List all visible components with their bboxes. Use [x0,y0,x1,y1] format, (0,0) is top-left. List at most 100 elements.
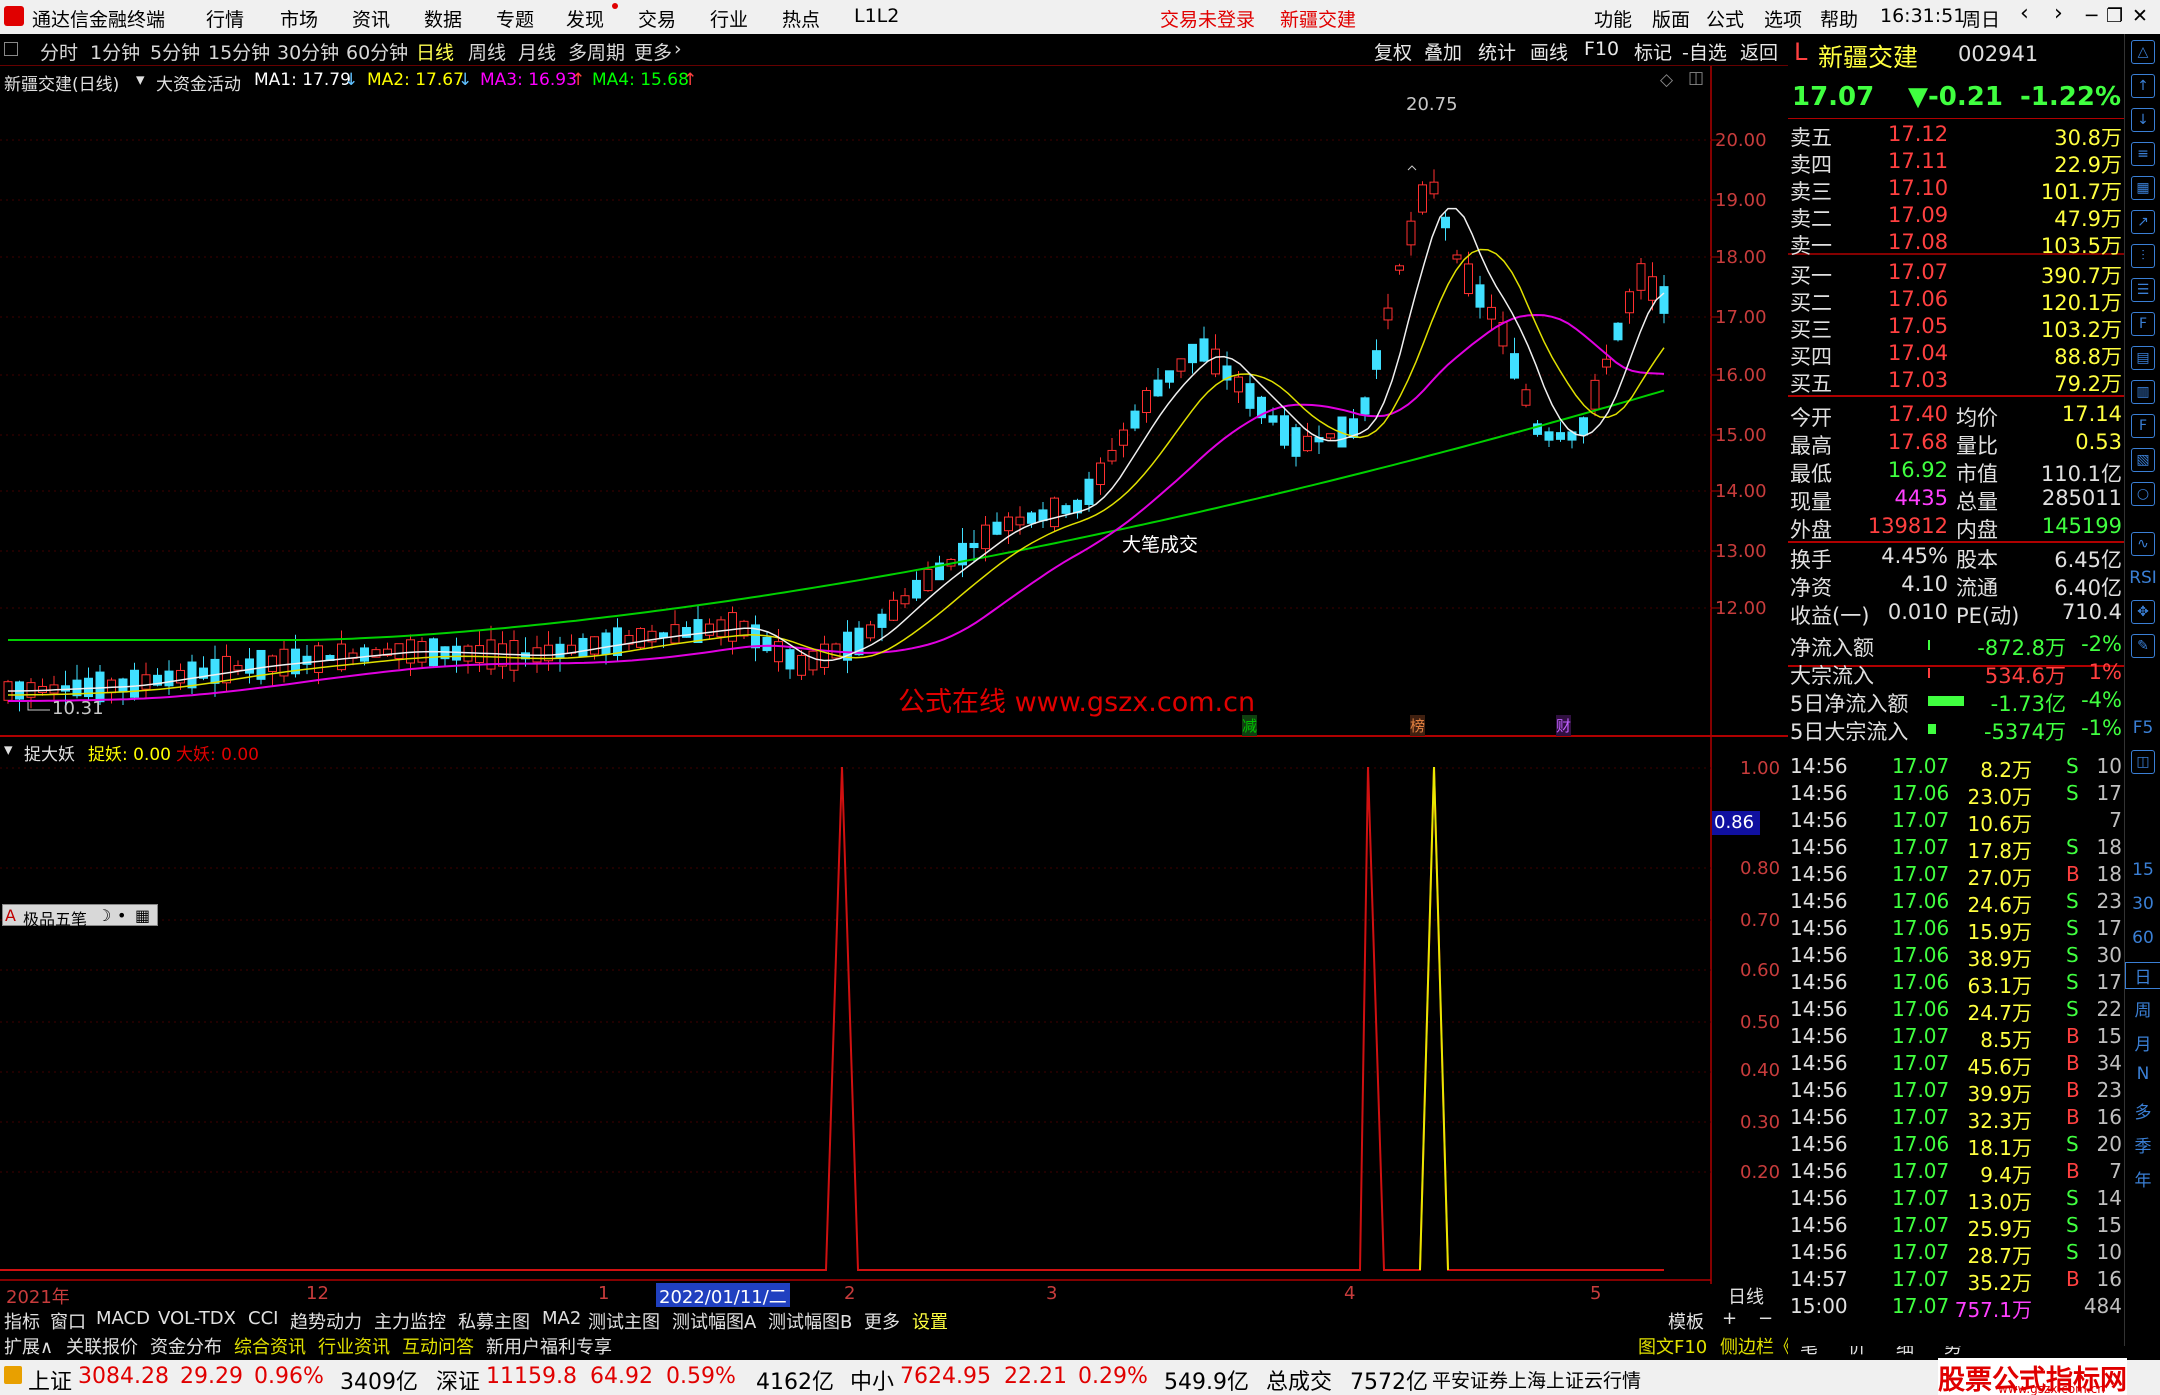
order-book-row-buy-3[interactable]: 买三 17.05 103.2万 [1788,314,2124,342]
event-mark-reduce[interactable]: 减 [1242,715,1258,736]
order-book-row-buy-5[interactable]: 买五 17.03 79.2万 [1788,368,2124,396]
sidebar-arrow-up-icon[interactable]: ↑ [2131,74,2155,98]
menu-help[interactable]: 帮助 [1820,5,1858,32]
more-chevron-icon[interactable]: › [674,38,682,60]
index-sh-name[interactable]: 上证 [28,1364,72,1395]
menu-news[interactable]: 资讯 [352,5,390,32]
sidebar-30[interactable]: 30 [2125,894,2160,914]
event-mark-list[interactable]: 榜 [1410,715,1426,736]
period-daily[interactable]: 日线 [416,38,454,65]
menu-quote[interactable]: 行情 [206,5,244,32]
minimize-icon[interactable]: ─ [2086,5,2097,27]
sidebar-table-icon[interactable]: ☰ [2131,278,2155,302]
period-more[interactable]: 更多 [634,38,672,65]
period-multi[interactable]: 多周期 [568,38,625,65]
sidebar-month[interactable]: 月 [2125,1030,2160,1055]
menu-hot[interactable]: 热点 [782,5,820,32]
indicator-name[interactable]: 大资金活动 [156,70,241,95]
menu-topic[interactable]: 专题 [496,5,534,32]
order-book-row-sell-5[interactable]: 卖一 17.08 103.5万 [1788,230,2124,258]
menu-discover[interactable]: 发现 [566,5,604,32]
event-mark-finance[interactable]: 财 [1556,715,1572,736]
index-sme-name[interactable]: 中小 [850,1364,894,1395]
sidebar-f10-icon[interactable]: F [2131,312,2155,336]
btn-stats[interactable]: 统计 [1478,38,1516,65]
tab-related-quote[interactable]: 关联报价 [66,1333,138,1359]
stock-tab[interactable]: 新疆交建 [1280,5,1356,32]
order-book-row-buy-1[interactable]: 买一 17.07 390.7万 [1788,260,2124,288]
tab-macd[interactable]: MACD [96,1308,150,1329]
diamond-icon[interactable]: ◇ [1660,70,1673,90]
tab-sidebar[interactable]: 侧边栏《 [1720,1333,1792,1359]
sidebar-f12-icon[interactable]: F [2131,414,2155,438]
collapse-icon[interactable] [4,42,18,56]
period-weekly[interactable]: 周线 [468,38,506,65]
restore-icon[interactable]: ❐ [2106,5,2123,27]
sidebar-circle-icon[interactable]: ○ [2131,482,2155,506]
menu-industry[interactable]: 行业 [710,5,748,32]
sidebar-arrow-down-icon[interactable]: ↓ [2131,108,2155,132]
sidebar-up-icon[interactable]: △ [2131,40,2155,64]
fund-flow-row[interactable]: 净流入额 -872.8万 -2% [1788,632,2124,660]
tab-remove[interactable]: − [1758,1308,1773,1329]
tab-expand[interactable]: 扩展∧ [4,1333,53,1359]
fund-flow-row[interactable]: 大宗流入 534.6万 1% [1788,660,2124,688]
sidebar-chart-icon[interactable]: ↗ [2131,210,2155,234]
forward-icon[interactable]: › [2054,1,2063,26]
sidebar-year[interactable]: 年 [2125,1166,2160,1191]
ime-keyboard-icon[interactable]: ▦ [135,906,150,925]
btn-mark[interactable]: 标记 [1634,38,1672,65]
sidebar-f5[interactable]: F5 [2125,718,2160,738]
sidebar-wave-icon[interactable]: ∿ [2131,532,2155,556]
tab-vol-tdx[interactable]: VOL-TDX [158,1308,236,1329]
fund-flow-row[interactable]: 5日净流入额 -1.73亿 -4% [1788,688,2124,716]
menu-formula[interactable]: 公式 [1706,5,1744,32]
chart-area[interactable] [0,66,1788,1307]
btn-return[interactable]: 返回 [1740,38,1778,65]
order-book-row-sell-1[interactable]: 卖五 17.12 30.8万 [1788,122,2124,150]
menu-function[interactable]: 功能 [1594,5,1632,32]
btn-adjust[interactable]: 复权 [1374,38,1412,65]
chart-settings-icon[interactable]: ▾ [136,70,145,90]
menu-data[interactable]: 数据 [424,5,462,32]
close-icon[interactable]: ✕ [2132,5,2148,27]
sidebar-n[interactable]: N [2125,1064,2160,1084]
btn-f10[interactable]: F10 [1584,38,1619,60]
sidebar-move-icon[interactable]: ✥ [2131,600,2155,624]
period-30min[interactable]: 30分钟 [277,38,339,65]
subchart-settings-icon[interactable]: ▾ [4,740,13,760]
period-monthly[interactable]: 月线 [518,38,556,65]
tab-industry-news[interactable]: 行业资讯 [318,1333,390,1359]
ime-toolbar[interactable]: A 极品五笔 ☽ • ▦ [2,904,158,929]
ime-punct-icon[interactable]: • [117,906,126,925]
menu-layout[interactable]: 版面 [1652,5,1690,32]
back-icon[interactable]: ‹ [2020,1,2029,26]
sidebar-note-icon[interactable]: ▥ [2131,380,2155,404]
status-menu-icon[interactable] [4,1366,22,1384]
order-book-row-sell-2[interactable]: 卖四 17.11 22.9万 [1788,149,2124,177]
tab-f10-graphic[interactable]: 图文F10 [1638,1333,1707,1359]
menu-trade[interactable]: 交易 [638,5,676,32]
menu-options[interactable]: 选项 [1764,5,1802,32]
ime-name[interactable]: 极品五笔 [23,906,87,930]
fund-flow-row[interactable]: 5日大宗流入 -5374万 -1% [1788,716,2124,744]
login-status[interactable]: 交易未登录 [1160,5,1255,32]
tab-add[interactable]: + [1722,1308,1737,1329]
sidebar-quarter[interactable]: 季 [2125,1132,2160,1157]
sidebar-day[interactable]: 日 [2125,962,2160,989]
subchart-title[interactable]: 捉大妖 [24,740,75,765]
sidebar-week[interactable]: 周 [2125,996,2160,1021]
sidebar-kline-icon[interactable]: ⫶ [2131,244,2155,268]
sidebar-multi[interactable]: 多 [2125,1098,2160,1123]
sidebar-60[interactable]: 60 [2125,928,2160,948]
order-book-row-sell-4[interactable]: 卖二 17.09 47.9万 [1788,203,2124,231]
sidebar-bars-icon[interactable]: ▧ [2131,448,2155,472]
index-sz-name[interactable]: 深证 [436,1364,480,1395]
window-toggle-icon[interactable]: ◫ [1688,68,1704,88]
tab-ma2[interactable]: MA2 [542,1308,581,1329]
menu-market[interactable]: 市场 [280,5,318,32]
period-15min[interactable]: 15分钟 [208,38,270,65]
ime-moon-icon[interactable]: ☽ [97,906,111,925]
ime-a-icon[interactable]: A [5,906,16,925]
tab-qa[interactable]: 互动问答 [402,1333,474,1359]
